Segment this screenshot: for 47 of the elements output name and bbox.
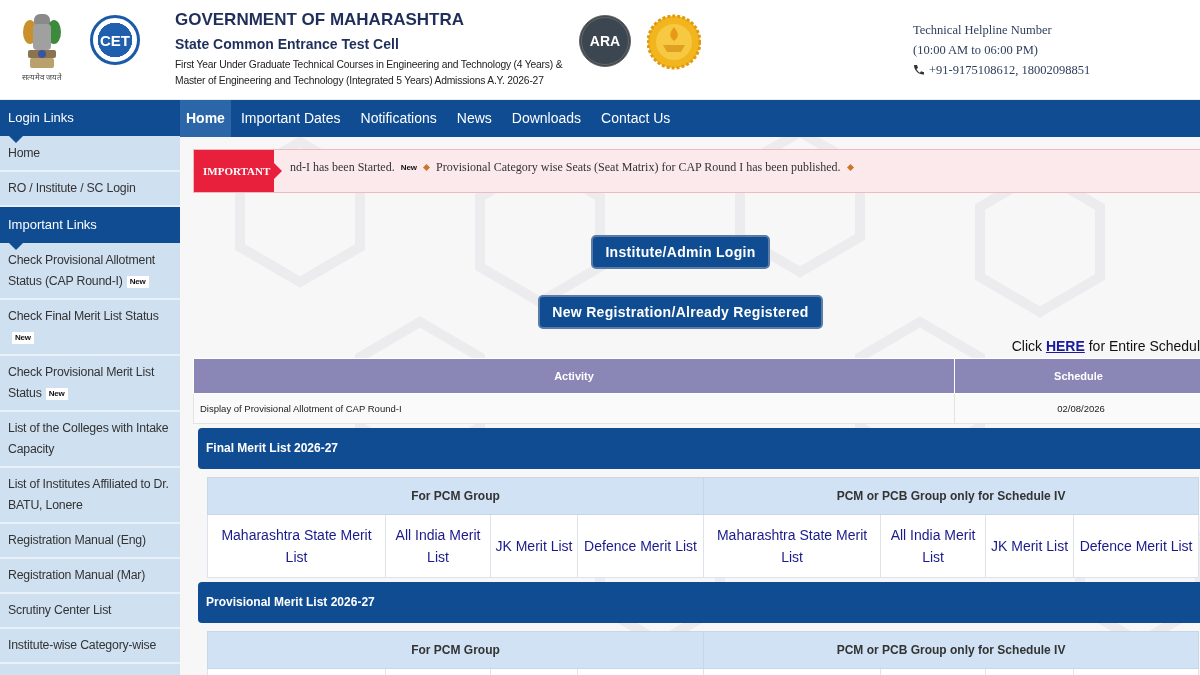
group-header: PCM or PCB Group only for Schedule IV (703, 631, 1199, 669)
cet-logo: CET (90, 15, 140, 65)
emblem-drawing (22, 12, 62, 70)
table-cell: 02/08/2026 (954, 393, 1200, 424)
action-button[interactable]: Institute/Admin Login (591, 235, 770, 269)
ara-logo: ARA (579, 15, 631, 67)
diamond-icon (846, 163, 854, 171)
helpline-label: Technical Helpline Number (913, 22, 1053, 39)
action-button[interactable]: New Registration/Already Registered (538, 295, 823, 329)
section-title: Provisional Merit List 2026-27 (198, 582, 1200, 623)
helpline-phones: +91-9175108612, 18002098851 (929, 62, 1091, 79)
section-title: Final Merit List 2026-27 (198, 428, 1200, 469)
nav-tab[interactable]: Downloads (501, 100, 592, 137)
nav-tab[interactable]: Contact Us (591, 100, 681, 137)
site-description: First Year Under Graduate Technical Courses in Engineering and Technology (4 Years) & (175, 58, 564, 72)
pointer-icon (9, 243, 23, 250)
sidebar-heading: Login Links (0, 100, 180, 136)
new-badge: New (12, 331, 34, 344)
schedule-note: Click HERE for Entire Schedul (1011, 338, 1200, 354)
nav-tab[interactable]: News (446, 100, 502, 137)
nav-tab[interactable]: Home (180, 100, 231, 137)
nav-tab[interactable]: Important Dates (230, 100, 351, 137)
ticker-text[interactable]: nd-I has been Started. (290, 159, 395, 175)
site-description: Master of Engineering and Technology (Integrated 5 Years) Admissions A.Y. 2026-27 (175, 74, 545, 88)
column-header: Schedule (954, 358, 1200, 394)
nav-tab[interactable]: Notifications (350, 100, 447, 137)
here-link[interactable]: HERE (1045, 338, 1085, 354)
table-cell: Display of Provisional Allotment of CAP Round-I (193, 393, 955, 424)
important-label: IMPORTANT (194, 150, 274, 192)
seal-icon (647, 13, 701, 71)
group-header: For PCM Group (207, 477, 704, 515)
pointer-icon (9, 136, 23, 143)
new-badge: New (126, 275, 149, 288)
helpline-hours: (10:00 AM to 06:00 PM) (913, 42, 1039, 59)
emblem-motto: सत्यमेव जयते (21, 72, 63, 82)
new-badge: New (45, 387, 68, 400)
column-header: Activity (193, 358, 955, 394)
sidebar-heading: Important Links (0, 207, 180, 243)
site-subtitle: State Common Entrance Test Cell (175, 36, 400, 52)
site-title: GOVERNMENT OF MAHARASHTRA (175, 10, 465, 30)
group-header: PCM or PCB Group only for Schedule IV (703, 477, 1199, 515)
ticker-text[interactable]: Provisional Category wise Seats (Seat Matrix) for CAP Round I has been published. (436, 159, 841, 175)
pointer-icon (274, 163, 282, 179)
new-label: New (400, 162, 418, 172)
phone-icon (913, 64, 924, 76)
diamond-icon (423, 163, 431, 171)
group-header: For PCM Group (207, 631, 704, 669)
